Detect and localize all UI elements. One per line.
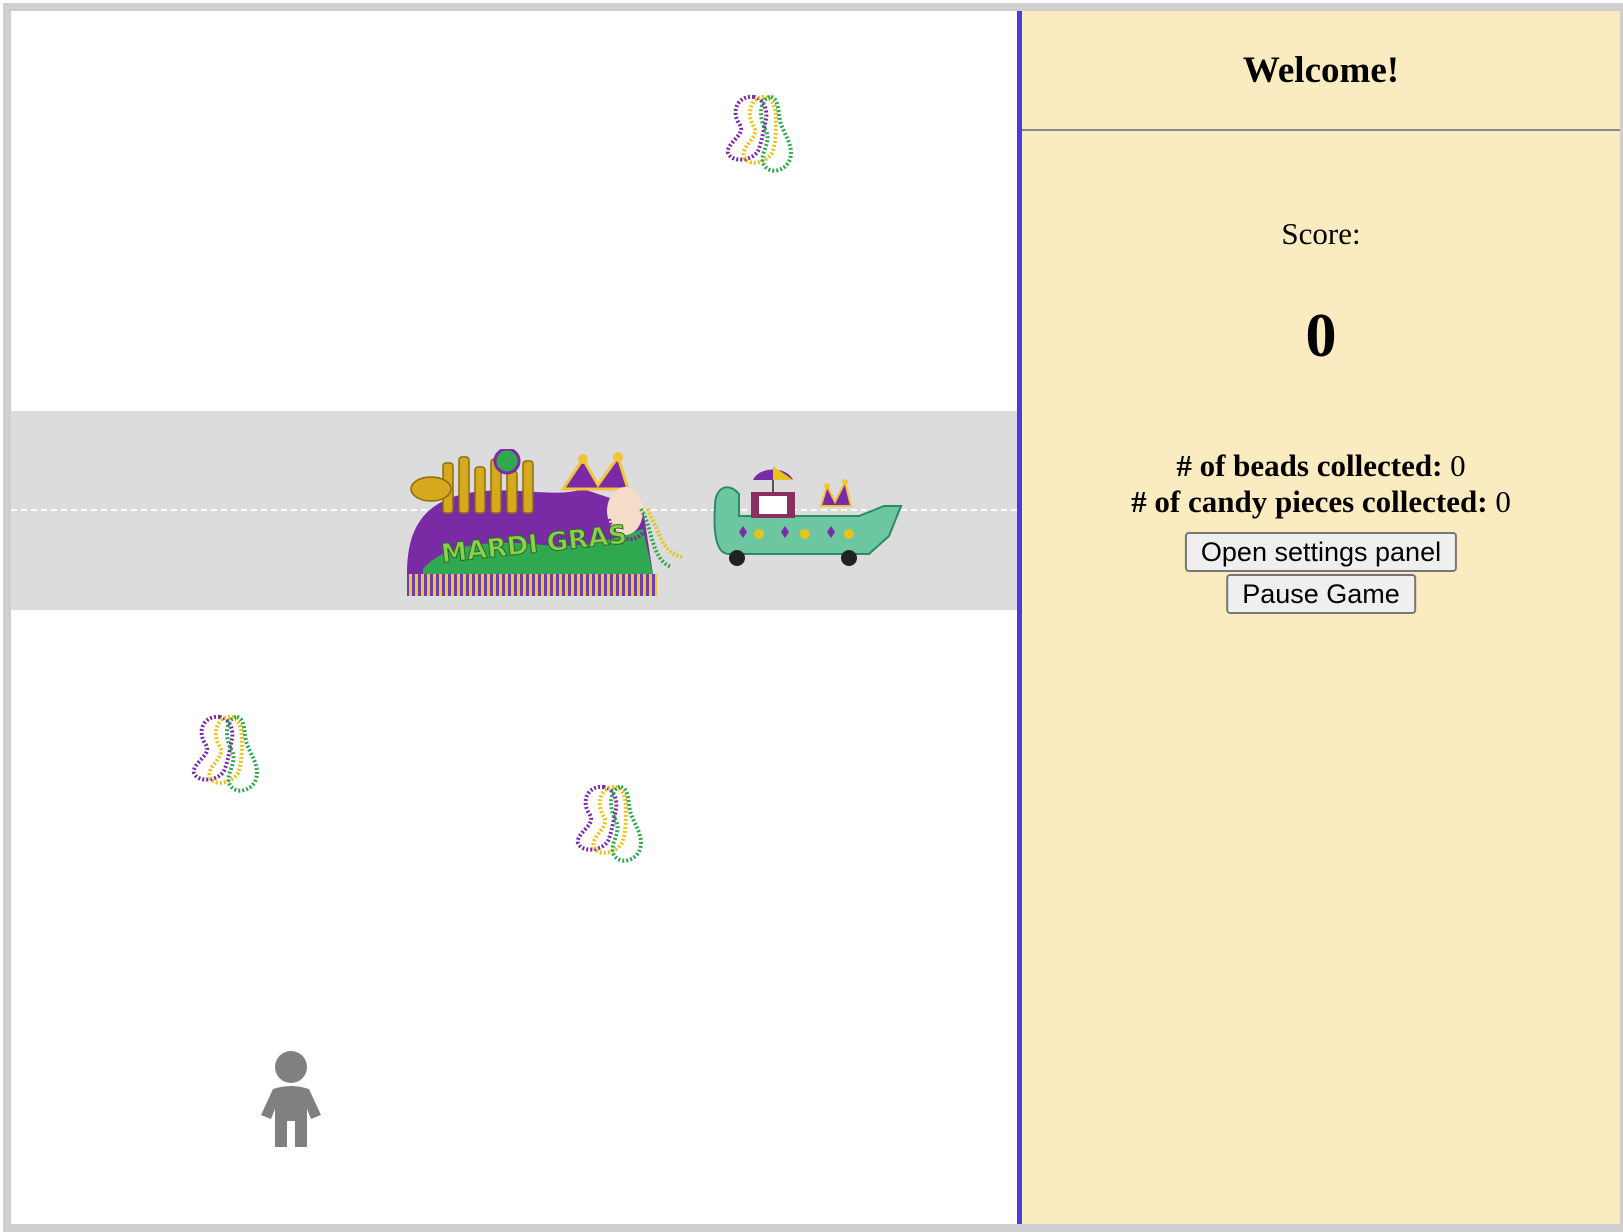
mardi-gras-float: MARDI GRAS xyxy=(407,449,684,596)
beads-collected-line: # of beads collected: 0 xyxy=(1022,448,1620,484)
candy-collected-label: # of candy pieces collected: xyxy=(1131,484,1488,519)
bead-necklace-icon[interactable] xyxy=(568,781,646,865)
game-frame: MARDI GRAS Welcome! Score: 0 # of beads … xyxy=(3,3,1623,1232)
candy-collected-line: # of candy pieces collected: 0 xyxy=(1022,484,1620,520)
candy-collected-value: 0 xyxy=(1495,484,1511,519)
panel-divider-line xyxy=(1022,129,1620,131)
pause-game-button[interactable]: Pause Game xyxy=(1226,574,1416,614)
open-settings-button[interactable]: Open settings panel xyxy=(1184,532,1458,572)
bead-necklace-icon[interactable] xyxy=(184,711,262,795)
welcome-heading: Welcome! xyxy=(1242,50,1400,91)
score-value: 0 xyxy=(1305,302,1337,370)
score-label: Score: xyxy=(1281,216,1361,251)
beads-collected-label: # of beads collected: xyxy=(1176,448,1443,483)
beads-collected-value: 0 xyxy=(1450,448,1466,483)
person-icon[interactable] xyxy=(259,1051,323,1151)
game-area[interactable]: MARDI GRAS xyxy=(11,11,1017,1224)
bead-necklace-icon[interactable] xyxy=(718,91,796,175)
side-panel: Welcome! Score: 0 # of beads collected: … xyxy=(1022,11,1620,1224)
alligator-float-car xyxy=(713,466,903,566)
